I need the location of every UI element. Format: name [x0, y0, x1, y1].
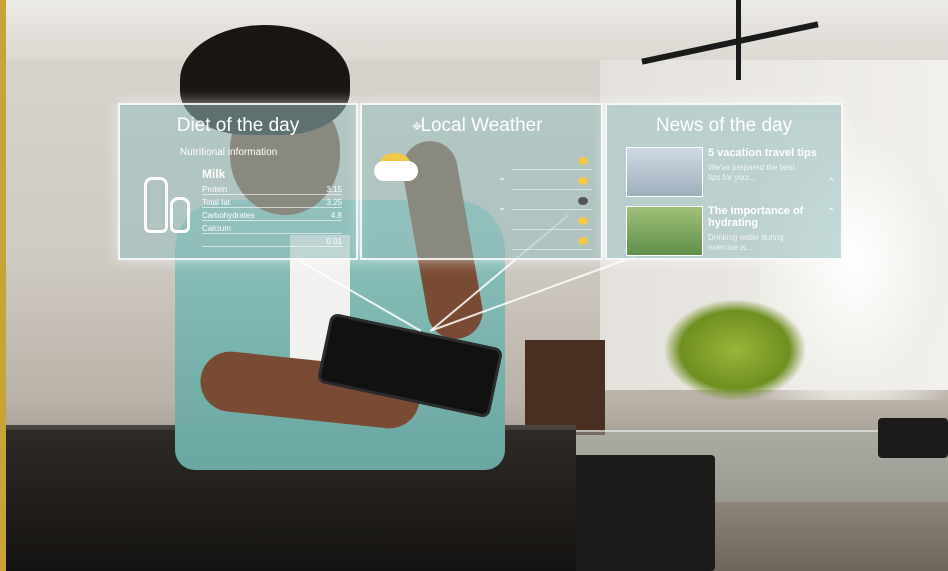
chevron-icon[interactable]: ⌃	[498, 177, 506, 188]
nutrition-row: Calcium	[202, 224, 342, 234]
news-panel[interactable]: News of the day 5 vacation travel tips W…	[605, 103, 843, 260]
ceiling	[6, 0, 948, 60]
nutrition-row: Protein 3.15	[202, 185, 342, 195]
diet-panel-subtitle: Nutritional information	[180, 147, 278, 158]
forecast-row	[512, 215, 592, 230]
weather-panel-title: Local Weather	[420, 115, 543, 136]
food-item-name: Milk	[202, 167, 226, 181]
forecast-row	[512, 155, 592, 170]
nutrient-label: Total fat	[202, 198, 231, 207]
diet-panel-title: Diet of the day	[176, 115, 300, 136]
milk-bottle-icon	[170, 197, 190, 233]
partly-sunny-icon	[578, 217, 588, 225]
wood-cabinet	[525, 340, 605, 435]
forecast-row	[512, 235, 592, 250]
nutrient-value: 3.25	[326, 198, 342, 207]
news-thumbnail-hydration[interactable]	[626, 206, 703, 256]
partly-sunny-icon	[578, 237, 588, 245]
dining-chair	[555, 455, 715, 571]
sun-icon	[578, 157, 588, 165]
cloud-icon	[374, 161, 418, 181]
news-snippet: Drinking water during exercise is...	[708, 233, 784, 252]
nutrition-row: 0.01	[202, 237, 342, 247]
diet-panel[interactable]: Diet of the day Nutritional information …	[118, 103, 358, 260]
cloud-icon	[578, 197, 588, 205]
chevron-icon[interactable]: ⌃	[498, 207, 506, 218]
smart-home-scene: Diet of the day Nutritional information …	[0, 0, 948, 571]
nutrition-row: Carbohydrates 4.8	[202, 211, 342, 221]
nutrient-value: 0.01	[326, 237, 342, 246]
weather-panel[interactable]: Local Weather ⌖ ⌃ ⌃	[360, 103, 603, 260]
news-headline[interactable]: 5 vacation travel tips	[708, 147, 817, 159]
nutrient-value: 3.15	[326, 185, 342, 194]
chevron-icon[interactable]: ⌃	[827, 207, 835, 218]
milk-bottle-icon	[144, 177, 168, 233]
nutrient-label: Carbohydrates	[202, 211, 255, 220]
news-panel-title: News of the day	[655, 115, 793, 136]
forecast-row	[512, 175, 592, 190]
house-plant	[665, 300, 805, 400]
nutrient-label: Calcium	[202, 224, 231, 233]
news-headline[interactable]: The importance of hydrating	[708, 205, 818, 229]
nutrient-value: 4.8	[330, 211, 342, 220]
nutrient-label: Protein	[202, 185, 228, 194]
forecast-row	[512, 195, 592, 210]
location-pin-icon: ⌖	[412, 116, 423, 136]
news-snippet: We've prepared the best tips for your...	[708, 163, 795, 182]
dining-chair	[878, 418, 948, 458]
chevron-icon[interactable]: ⌃	[827, 177, 835, 188]
sun-icon	[578, 177, 588, 185]
news-thumbnail-travel[interactable]	[626, 147, 703, 197]
nutrition-row: Total fat 3.25	[202, 198, 342, 208]
